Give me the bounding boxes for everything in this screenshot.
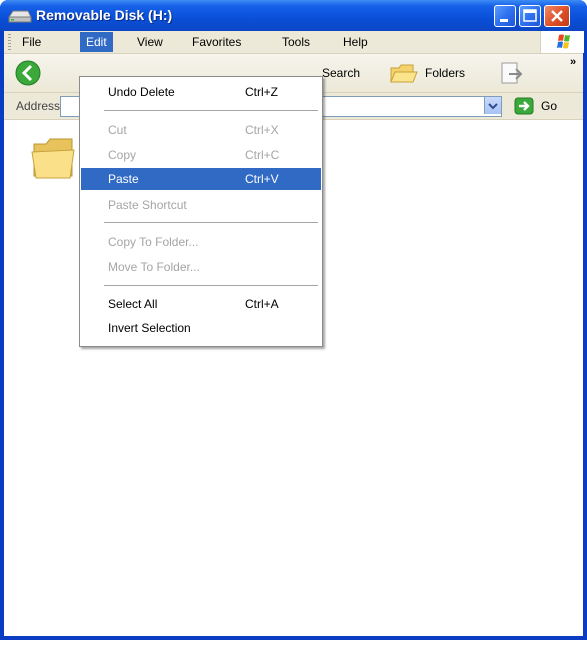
close-icon [551,10,563,22]
minimize-button[interactable] [494,5,516,27]
menu-item-paste[interactable]: Paste Ctrl+V [81,168,321,190]
edit-menu-dropdown: Undo Delete Ctrl+Z Cut Ctrl+X Copy Ctrl+… [79,76,323,347]
folders-icon [390,64,418,83]
toolbar-overflow[interactable]: » [570,56,576,68]
menu-bar: File Edit View Favorites Tools Help [4,31,584,54]
window-title: Removable Disk (H:) [36,7,173,23]
menu-view[interactable]: View [131,32,169,52]
menu-tools[interactable]: Tools [276,32,316,52]
move-to-icon[interactable] [499,61,525,87]
menu-item-paste-shortcut: Paste Shortcut [108,198,187,212]
windows-logo [540,31,584,53]
address-label: Address [16,99,61,113]
maximize-icon [523,9,537,22]
title-bar[interactable]: Removable Disk (H:) [0,0,587,31]
dropdown-arrow-icon [488,103,498,110]
go-button[interactable] [514,97,534,115]
menu-item-move-to-folder: Move To Folder... [108,260,200,274]
menu-favorites[interactable]: Favorites [186,32,247,52]
menu-help[interactable]: Help [337,32,374,52]
minimize-icon [500,19,508,22]
menu-item-invert-selection[interactable]: Invert Selection [81,317,321,339]
folders-button[interactable]: Folders [425,66,465,80]
folder-icon[interactable] [30,130,76,182]
menu-edit[interactable]: Edit [80,32,113,52]
menu-item-select-all[interactable]: Select All Ctrl+A [81,293,321,315]
menu-item-cut: Cut Ctrl+X [108,123,279,137]
back-arrow-icon [15,60,41,86]
menu-separator [104,110,318,111]
menu-item-undo-delete[interactable]: Undo Delete Ctrl+Z [81,81,321,103]
back-button[interactable] [13,58,43,88]
windows-logo-icon [557,34,570,49]
menu-separator [104,222,318,223]
close-button[interactable] [544,5,570,27]
menu-separator [104,285,318,286]
menu-file[interactable]: File [16,32,47,52]
go-arrow-icon [514,97,534,115]
maximize-button[interactable] [519,5,541,27]
address-dropdown[interactable] [484,97,501,114]
menu-item-copy-to-folder: Copy To Folder... [108,235,199,249]
menubar-grip [8,34,11,50]
drive-icon [8,10,32,23]
menu-item-copy: Copy Ctrl+C [108,148,280,162]
go-label[interactable]: Go [541,99,557,113]
search-button[interactable]: Search [322,66,360,80]
